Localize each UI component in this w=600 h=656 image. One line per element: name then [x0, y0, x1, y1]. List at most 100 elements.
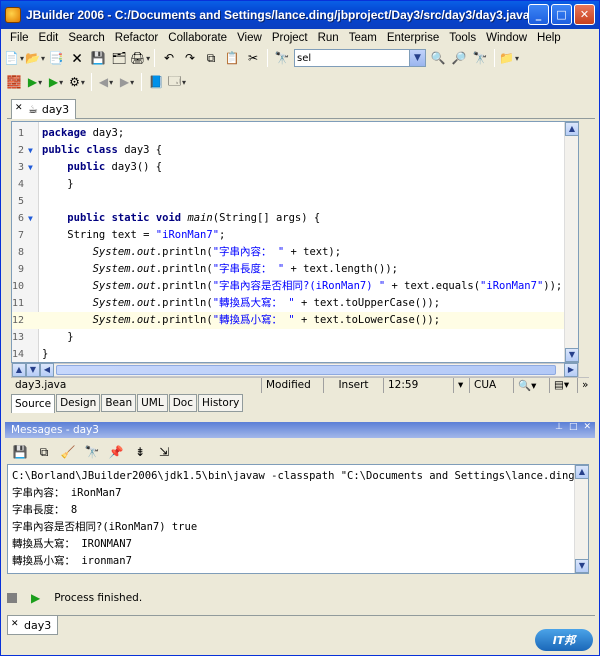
scroll-right-icon[interactable]: ▶ [564, 363, 578, 377]
menu-window[interactable]: Window [481, 32, 532, 44]
console-scroll-up-icon[interactable]: ▲ [575, 465, 588, 479]
browse-icon[interactable]: 📁 [499, 49, 518, 67]
tab-doc[interactable]: Doc [168, 394, 198, 412]
clear-output-icon[interactable]: 🧹 [59, 443, 77, 461]
code-line[interactable]: 6 ▼ public static void main(String[] args… [12, 210, 578, 227]
code-line[interactable]: 5 [12, 193, 578, 210]
editor-vertical-scrollbar[interactable]: ▲ ▼ [564, 122, 578, 362]
reopen-icon[interactable]: 📑 [47, 49, 65, 67]
code-line[interactable]: 2 ▼ public class day3 { [12, 142, 578, 159]
code-line[interactable]: 11 System.out.println("轉換爲大寫： " + text.t… [12, 295, 578, 312]
close-file-icon[interactable]: 🗙 [68, 49, 86, 67]
new-icon[interactable]: 📄 [4, 49, 23, 67]
zoom-icon[interactable]: 🔍▾ [513, 377, 549, 393]
print-icon[interactable]: 🖨 [130, 49, 149, 67]
editor-tab-day3[interactable]: ✕ ☕ day3 [11, 99, 77, 119]
horizontal-thumb[interactable] [56, 365, 556, 375]
code-line[interactable]: 1 package day3; [12, 125, 578, 142]
messages-tab-day3[interactable]: ✕ day3 [7, 616, 59, 635]
tab-history[interactable]: History [198, 394, 244, 412]
menu-search[interactable]: Search [63, 32, 109, 44]
status-cursor-position[interactable]: 12:59 [383, 377, 453, 393]
tab-uml[interactable]: UML [137, 394, 168, 412]
find-in-path-icon[interactable]: 🔭 [471, 49, 489, 67]
tab-close-icon[interactable]: ✕ [15, 103, 23, 113]
back-icon[interactable]: ◀ [97, 73, 115, 91]
menu-team[interactable]: Team [344, 32, 382, 44]
code-line[interactable]: 12 System.out.println("轉換爲小寫： " + text.t… [12, 312, 578, 329]
menu-file[interactable]: File [5, 32, 34, 44]
undo-icon[interactable]: ↶ [160, 49, 178, 67]
menu-collaborate[interactable]: Collaborate [163, 32, 232, 44]
search-input[interactable]: sel ▼ [294, 49, 426, 67]
menu-edit[interactable]: Edit [34, 32, 64, 44]
search-dropdown-icon[interactable]: ▼ [409, 50, 425, 66]
code-line[interactable]: 10 System.out.println("字串內容是否相同?(iRonMan… [12, 278, 578, 295]
debug-icon[interactable]: ▶ [47, 73, 65, 91]
find-output-icon[interactable]: 🔭 [83, 443, 101, 461]
wrap-output-icon[interactable]: ⇟ [131, 443, 149, 461]
options-icon[interactable]: ▤▾ [549, 377, 577, 393]
collapse-down-icon[interactable]: ▼ [26, 363, 40, 377]
run-icon[interactable]: ▶ [26, 73, 44, 91]
fold-icon[interactable]: ▼ [28, 142, 33, 159]
scroll-left-icon[interactable]: ◀ [40, 363, 54, 377]
forward-icon[interactable]: ▶ [118, 73, 136, 91]
menu-view[interactable]: View [232, 32, 267, 44]
code-line[interactable]: 8 System.out.println("字串內容： " + text); [12, 244, 578, 261]
paste-icon[interactable]: 📋 [223, 49, 241, 67]
copy-output-icon[interactable]: ⧉ [35, 443, 53, 461]
make-icon[interactable]: 🧱 [5, 73, 23, 91]
menu-project[interactable]: Project [267, 32, 313, 44]
tab-source[interactable]: Source [11, 394, 56, 413]
find-prev-icon[interactable]: 🔎 [450, 49, 468, 67]
maximize-button[interactable]: □ [551, 4, 572, 25]
messages-undock-icon[interactable]: ⊥ [555, 422, 563, 432]
messages-maximize-icon[interactable]: □ [569, 422, 578, 432]
scroll-down-icon[interactable]: ▼ [565, 348, 578, 362]
close-button[interactable]: ✕ [574, 4, 595, 25]
messages-tab-close-icon[interactable]: ✕ [11, 619, 19, 629]
code-line[interactable]: 3 ▼ public day3() { [12, 159, 578, 176]
console-vertical-scrollbar[interactable]: ▲ ▼ [574, 465, 588, 573]
code-line[interactable]: 14} [12, 346, 578, 362]
status-insert-mode[interactable]: Insert [323, 377, 383, 393]
menu-help[interactable]: Help [532, 32, 566, 44]
cut-icon[interactable]: ✂ [244, 49, 262, 67]
messages-close-icon[interactable]: ✕ [583, 422, 591, 432]
layout-icon[interactable]: 🗔 [168, 73, 186, 91]
pin-output-icon[interactable]: 📌 [107, 443, 125, 461]
position-dropdown-icon[interactable]: ▾ [453, 377, 469, 393]
code-line[interactable]: 13 } [12, 329, 578, 346]
find-next-icon[interactable]: 🔍 [429, 49, 447, 67]
console-scroll-down-icon[interactable]: ▼ [575, 559, 588, 573]
stop-icon[interactable] [7, 593, 17, 603]
menu-run[interactable]: Run [313, 32, 344, 44]
code-editor[interactable]: 1 package day3; 2 ▼ public class day3 {3 ▼ pu… [11, 121, 579, 363]
menu-tools[interactable]: Tools [444, 32, 481, 44]
code-line[interactable]: 7 String text = "iRonMan7"; [12, 227, 578, 244]
fold-icon[interactable]: ▼ [28, 159, 33, 176]
scroll-up-icon[interactable]: ▲ [565, 122, 578, 136]
redo-icon[interactable]: ↷ [181, 49, 199, 67]
menu-enterprise[interactable]: Enterprise [382, 32, 444, 44]
find-icon[interactable]: 🔭 [273, 49, 291, 67]
menu-refactor[interactable]: Refactor [110, 32, 163, 44]
fold-icon[interactable]: ▼ [28, 210, 33, 227]
optimize-icon[interactable]: ⚙ [68, 73, 86, 91]
rerun-icon[interactable]: ▶ [31, 591, 40, 605]
collapse-up-icon[interactable]: ▲ [12, 363, 26, 377]
copy-icon[interactable]: ⧉ [202, 49, 220, 67]
code-line[interactable]: 9 System.out.println("字串長度： " + text.len… [12, 261, 578, 278]
save-icon[interactable]: 💾 [89, 49, 107, 67]
help-book-icon[interactable]: 📘 [147, 73, 165, 91]
save-all-icon[interactable]: 🗂 [110, 49, 128, 67]
messages-console[interactable]: C:\Borland\JBuilder2006\jdk1.5\bin\javaw… [7, 464, 589, 574]
tab-bean[interactable]: Bean [101, 394, 137, 412]
status-keymap[interactable]: CUA [469, 377, 513, 393]
code-line[interactable]: 4 } [12, 176, 578, 193]
minimize-button[interactable]: _ [528, 4, 549, 25]
open-icon[interactable]: 📂 [25, 49, 44, 67]
save-output-icon[interactable]: 💾 [11, 443, 29, 461]
tab-design[interactable]: Design [56, 394, 101, 412]
